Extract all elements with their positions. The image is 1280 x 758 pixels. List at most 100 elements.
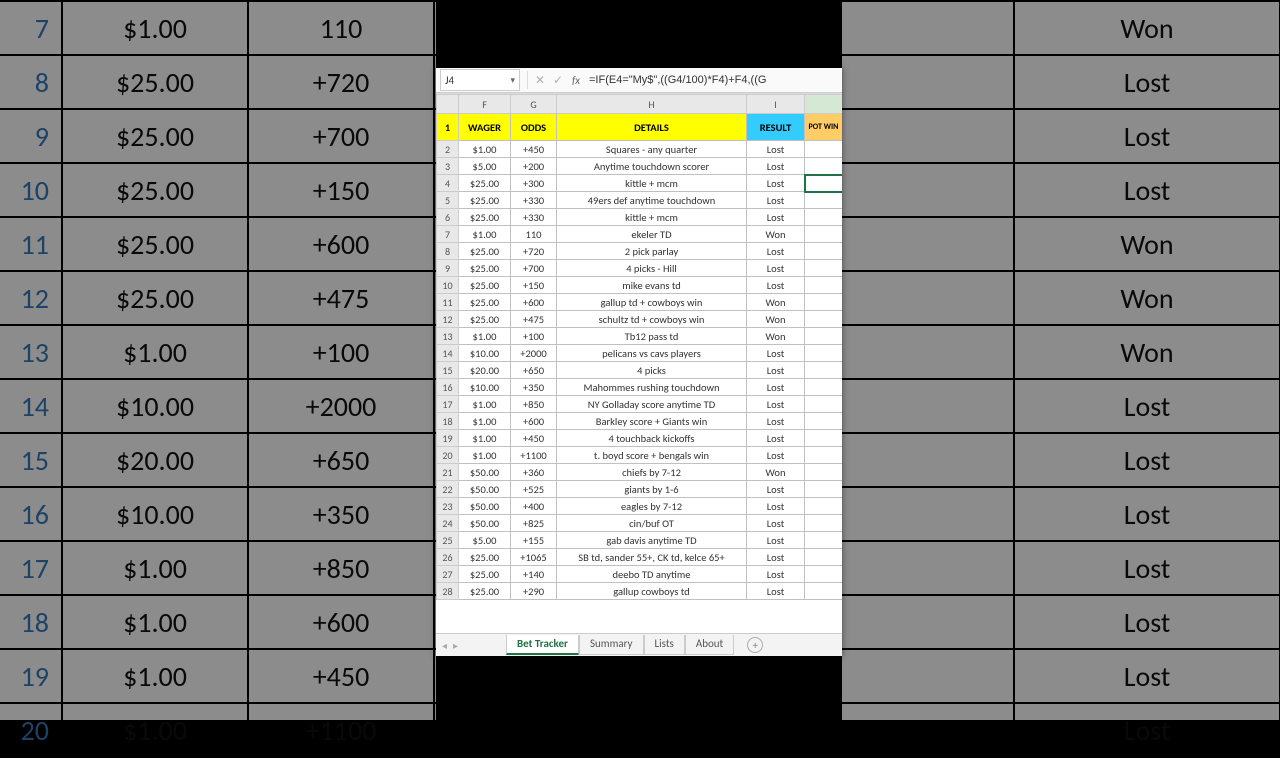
sheet-tab-summary[interactable]: Summary [579,635,644,655]
nav-next-icon[interactable]: ▸ [453,639,458,652]
cell-wager[interactable]: $50.00 [459,498,511,515]
row-header[interactable]: 20 [437,447,459,464]
cell-potwin[interactable] [805,481,843,498]
cell-details[interactable]: kittle + mcm [557,209,747,226]
row-header[interactable]: 28 [437,583,459,600]
cell-potwin[interactable] [805,158,843,175]
cell-potwin[interactable] [805,311,843,328]
cell-details[interactable]: kittle + mcm [557,175,747,192]
row-header[interactable]: 23 [437,498,459,515]
row-header[interactable]: 8 [437,243,459,260]
cell-result[interactable]: Won [747,328,805,345]
cell-potwin[interactable] [805,260,843,277]
cell-details[interactable]: ekeler TD [557,226,747,243]
cell-odds[interactable]: +150 [511,277,557,294]
cell-potwin[interactable] [805,515,843,532]
cell-potwin[interactable] [805,379,843,396]
cell-result[interactable]: Lost [747,192,805,209]
col-header-J[interactable] [805,95,843,114]
cell-odds[interactable]: +350 [511,379,557,396]
row-header[interactable]: 22 [437,481,459,498]
cell-odds[interactable]: +700 [511,260,557,277]
row-header[interactable]: 9 [437,260,459,277]
row-header[interactable]: 15 [437,362,459,379]
cell-odds[interactable]: +825 [511,515,557,532]
cell-details[interactable]: Squares - any quarter [557,141,747,158]
cell-result[interactable]: Lost [747,260,805,277]
cell-wager[interactable]: $25.00 [459,311,511,328]
cell-result[interactable]: Lost [747,209,805,226]
cell-wager[interactable]: $1.00 [459,328,511,345]
spreadsheet-grid[interactable]: F G H I 1 WAGER ODDS DETAILS RESULT POT [436,93,842,633]
cell-wager[interactable]: $25.00 [459,192,511,209]
row-header[interactable]: 10 [437,277,459,294]
cell-potwin[interactable] [805,532,843,549]
cell-wager[interactable]: $25.00 [459,294,511,311]
cell-details[interactable]: 49ers def anytime touchdown [557,192,747,209]
cell-result[interactable]: Won [747,294,805,311]
row-header[interactable]: 27 [437,566,459,583]
cell-details[interactable]: Anytime touchdown scorer [557,158,747,175]
cell-potwin[interactable] [805,226,843,243]
cell-wager[interactable]: $1.00 [459,413,511,430]
cell-odds[interactable]: +525 [511,481,557,498]
cell-result[interactable]: Lost [747,277,805,294]
cell-details[interactable]: gallup td + cowboys win [557,294,747,311]
cell-wager[interactable]: $10.00 [459,379,511,396]
cell-potwin[interactable] [805,549,843,566]
row-header[interactable]: 6 [437,209,459,226]
fx-icon[interactable]: fx [567,71,585,89]
cell-wager[interactable]: $5.00 [459,532,511,549]
cell-details[interactable]: 4 picks - Hill [557,260,747,277]
cell-wager[interactable]: $1.00 [459,141,511,158]
cell-details[interactable]: Mahommes rushing touchdown [557,379,747,396]
cell-details[interactable]: deebo TD anytime [557,566,747,583]
row-header[interactable]: 25 [437,532,459,549]
header-potwin[interactable]: POT WIN [805,114,843,141]
sheet-tab-lists[interactable]: Lists [644,635,685,655]
cell-odds[interactable]: +600 [511,413,557,430]
cell-odds[interactable]: +400 [511,498,557,515]
cell-details[interactable]: schultz td + cowboys win [557,311,747,328]
col-header-F[interactable]: F [459,95,511,114]
row-header[interactable]: 12 [437,311,459,328]
cell-details[interactable]: mike evans td [557,277,747,294]
cell-odds[interactable]: +450 [511,430,557,447]
formula-input[interactable] [585,70,842,90]
cell-wager[interactable]: $1.00 [459,396,511,413]
cell-result[interactable]: Lost [747,175,805,192]
header-odds[interactable]: ODDS [511,114,557,141]
cell-result[interactable]: Lost [747,583,805,600]
cell-odds[interactable]: +300 [511,175,557,192]
cell-result[interactable]: Won [747,226,805,243]
cell-potwin[interactable] [805,175,843,192]
cell-odds[interactable]: +200 [511,158,557,175]
row-header[interactable]: 14 [437,345,459,362]
cell-wager[interactable]: $25.00 [459,277,511,294]
cell-details[interactable]: NY Golladay score anytime TD [557,396,747,413]
cell-result[interactable]: Lost [747,158,805,175]
cell-potwin[interactable] [805,141,843,158]
cell-odds[interactable]: +360 [511,464,557,481]
cell-wager[interactable]: $20.00 [459,362,511,379]
cancel-icon[interactable]: ✕ [531,71,549,89]
cell-odds[interactable]: +650 [511,362,557,379]
cell-wager[interactable]: $50.00 [459,481,511,498]
row-header[interactable]: 24 [437,515,459,532]
cell-potwin[interactable] [805,362,843,379]
sheet-tab-about[interactable]: About [685,635,734,655]
cell-details[interactable]: eagles by 7-12 [557,498,747,515]
cell-wager[interactable]: $25.00 [459,566,511,583]
name-box[interactable]: J4 ▾ [440,69,520,91]
cell-wager[interactable]: $25.00 [459,175,511,192]
cell-details[interactable]: 2 pick parlay [557,243,747,260]
row-header[interactable]: 5 [437,192,459,209]
cell-potwin[interactable] [805,498,843,515]
cell-potwin[interactable] [805,396,843,413]
cell-details[interactable]: chiefs by 7-12 [557,464,747,481]
cell-wager[interactable]: $25.00 [459,583,511,600]
row-header-1[interactable]: 1 [437,114,459,141]
row-header[interactable]: 4 [437,175,459,192]
cell-odds[interactable]: +720 [511,243,557,260]
row-header[interactable]: 11 [437,294,459,311]
